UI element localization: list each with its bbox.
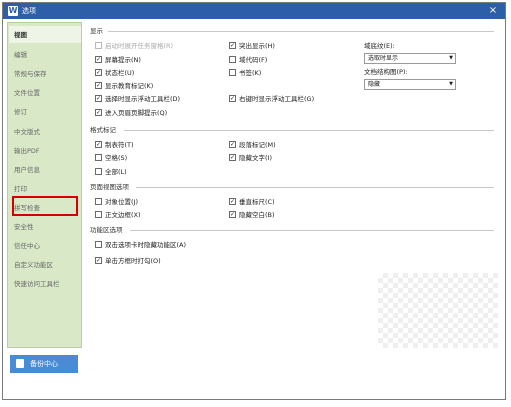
option-label: 书签(K) (239, 69, 262, 77)
chevron-down-icon: ▼ (449, 55, 453, 61)
checkbox-checked[interactable]: ✓ (229, 95, 236, 102)
option-label: 突出显示(H) (239, 42, 275, 50)
checkbox[interactable] (95, 154, 102, 161)
checkbox-checked[interactable]: ✓ (229, 211, 236, 218)
close-icon[interactable]: × (487, 4, 499, 18)
checkbox[interactable] (229, 69, 236, 76)
option-label: 右键时显示浮动工具栏(G) (239, 95, 315, 103)
checkbox-checked[interactable]: ✓ (229, 198, 236, 205)
checkbox[interactable] (95, 211, 102, 218)
doc-structure-label: 文档结构图(P): (364, 68, 408, 76)
checkbox[interactable] (229, 56, 236, 63)
options-content: 显示 启动时展开任务窗格(R) ✓ 屏幕提示(N) ✓ 状态栏(U) ✓ 显示教… (86, 22, 498, 348)
checkbox-checked[interactable]: ✓ (95, 95, 102, 102)
checkbox[interactable] (95, 42, 102, 49)
checkbox-checked[interactable]: ✓ (229, 141, 236, 148)
option-label: 对象位置(J) (105, 198, 138, 206)
field-shading-select[interactable]: 选取时显示 ▼ (364, 53, 456, 64)
wps-writer-icon: W (8, 6, 18, 16)
backup-icon (16, 359, 24, 368)
checkbox-checked[interactable]: ✓ (95, 109, 102, 116)
option-label: 段落标记(M) (239, 141, 276, 149)
option-label: 显示教育标记(K) (105, 82, 154, 90)
backup-center-label: 备份中心 (30, 360, 58, 368)
sidebar-item-print[interactable]: 打印 (14, 183, 27, 195)
sidebar-item-user-info[interactable]: 用户信息 (14, 164, 40, 176)
chevron-down-icon: ▼ (449, 81, 453, 87)
section-heading-display: 显示 (90, 27, 103, 35)
option-label: 空格(S) (105, 154, 128, 162)
option-label: 状态栏(U) (105, 69, 135, 77)
dialog-title: 选项 (22, 7, 36, 15)
option-label: 正文边框(X) (105, 211, 141, 219)
sidebar-item-file-location[interactable]: 文件位置 (14, 87, 40, 99)
sidebar-item-revision[interactable]: 修订 (14, 106, 27, 118)
sidebar-item-chinese-layout[interactable]: 中文版式 (14, 126, 40, 138)
sidebar-item-security[interactable]: 安全性 (14, 221, 34, 233)
sidebar-item-edit[interactable]: 编辑 (14, 49, 27, 61)
section-heading-page-view: 页面视图选项 (90, 183, 129, 191)
checkbox[interactable] (95, 198, 102, 205)
spell-check-highlight-box (12, 196, 78, 216)
checkbox-checked[interactable]: ✓ (95, 82, 102, 89)
checkbox-checked[interactable]: ✓ (95, 69, 102, 76)
checkbox-checked[interactable]: ✓ (95, 257, 102, 264)
option-label: 制表符(T) (105, 141, 134, 149)
checkbox-checked[interactable]: ✓ (229, 154, 236, 161)
checkbox[interactable] (95, 241, 102, 248)
sidebar-item-customize-ribbon[interactable]: 自定义功能区 (14, 259, 53, 271)
section-divider (108, 31, 494, 32)
option-label: 选择时显示浮动工具栏(D) (105, 95, 181, 103)
section-heading-ribbon: 功能区选项 (90, 226, 123, 234)
select-value: 选取时显示 (368, 55, 399, 62)
sidebar-item-quick-access-toolbar[interactable]: 快速访问工具栏 (14, 278, 60, 290)
checkbox[interactable] (95, 168, 102, 175)
sidebar-item-output-pdf[interactable]: 输出PDF (14, 145, 40, 157)
section-divider (130, 230, 494, 231)
options-sidebar: 视图 编辑 常规与保存 文件位置 修订 中文版式 输出PDF 用户信息 打印 拼… (7, 22, 82, 348)
option-label: 隐藏空白(B) (239, 211, 275, 219)
sidebar-item-trust-center[interactable]: 信任中心 (14, 240, 40, 252)
section-divider (124, 130, 494, 131)
checkbox-checked[interactable]: ✓ (95, 56, 102, 63)
title-bar[interactable]: W 选项 × (3, 3, 505, 19)
option-label: 进入页眉页脚提示(Q) (105, 109, 168, 117)
option-label: 双击选项卡时隐藏功能区(A) (105, 241, 187, 249)
option-label: 隐藏文字(I) (239, 154, 272, 162)
sidebar-item-general-save[interactable]: 常规与保存 (14, 68, 47, 80)
option-label: 域代码(F) (239, 56, 268, 64)
option-label: 单击方框时打勾(O) (105, 257, 161, 265)
checkbox-checked[interactable]: ✓ (95, 141, 102, 148)
doc-structure-select[interactable]: 隐藏 ▼ (364, 79, 456, 90)
field-shading-label: 域底纹(E): (364, 42, 395, 50)
watermark-pattern (378, 273, 498, 348)
select-value: 隐藏 (368, 81, 381, 88)
sidebar-item-view[interactable]: 视图 (14, 29, 27, 41)
option-label: 垂直标尺(C) (239, 198, 275, 206)
backup-center-button[interactable]: 备份中心 (10, 355, 78, 373)
section-divider (136, 187, 494, 188)
option-label: 启动时展开任务窗格(R) (105, 42, 174, 50)
checkbox-checked[interactable]: ✓ (229, 42, 236, 49)
option-label: 屏幕提示(N) (105, 56, 141, 64)
section-heading-formatting: 格式标记 (90, 126, 116, 134)
option-label: 全部(L) (105, 168, 127, 176)
